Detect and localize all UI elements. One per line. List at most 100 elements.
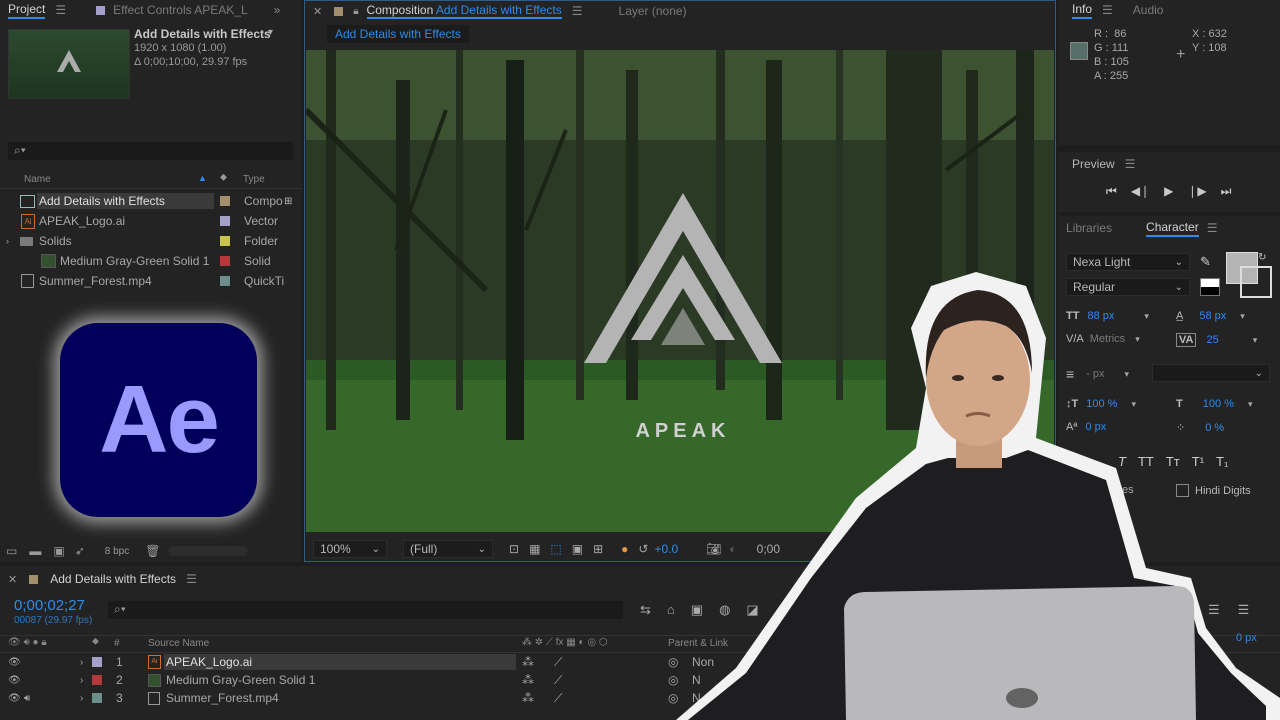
label-swatch[interactable]: [92, 657, 102, 667]
thumbnail-logo-icon: [57, 50, 81, 72]
project-search-input[interactable]: ⌕▾: [8, 142, 293, 160]
video-file-icon: [21, 274, 34, 288]
quality-switch-icon[interactable]: ⟋: [554, 691, 562, 706]
layer-number-header: #: [114, 638, 120, 649]
tab-composition[interactable]: Composition Add Details with Effects: [366, 3, 562, 19]
panel-menu-icon[interactable]: ☰: [186, 572, 197, 586]
comp-duration: Δ 0;00;10;00, 29.97 fps: [134, 56, 248, 68]
tab-timeline[interactable]: Add Details with Effects: [50, 572, 176, 586]
last-frame-icon[interactable]: ⏭: [1221, 184, 1232, 199]
reset-exposure-icon[interactable]: ↺: [638, 542, 648, 556]
quality-switch-icon[interactable]: ⟋: [554, 655, 562, 670]
transparency-grid-icon[interactable]: ▦: [529, 542, 540, 556]
search-icon: ⌕▾: [114, 602, 126, 616]
visibility-eye-icon[interactable]: 👁︎: [8, 657, 21, 668]
expand-chevron-icon[interactable]: ›: [80, 693, 83, 704]
exposure-value[interactable]: +0.0: [654, 542, 678, 556]
draft-3d-icon[interactable]: ⌂: [667, 602, 675, 618]
color-swatch: [1070, 42, 1088, 60]
info-a: A : 255: [1094, 70, 1129, 82]
tab-project[interactable]: Project: [8, 2, 46, 19]
visibility-eye-icon[interactable]: 👁︎: [8, 693, 21, 704]
region-of-interest-icon[interactable]: ▣: [572, 542, 583, 556]
timeline-layer-row[interactable]: 👁︎ › 1 Ai APEAK_Logo.ai ⁂ ⟋ ◎ Non: [0, 653, 760, 671]
col-type[interactable]: Type: [243, 174, 265, 185]
shy-switch-icon[interactable]: ⁂: [522, 673, 534, 687]
switches-header-icons: ⁂ ✲ ⟋ fx ▦ ◐ ◎ ⬡: [522, 637, 608, 648]
comp-breadcrumb[interactable]: Add Details with Effects: [327, 25, 469, 43]
first-frame-icon[interactable]: ⏮: [1106, 184, 1117, 199]
label-tag-icon: ⬥: [220, 172, 227, 183]
layer-name: Summer_Forest.mp4: [166, 691, 279, 705]
chevron-down-icon: ⌄: [371, 543, 380, 555]
swap-colors-icon[interactable]: ↻: [1258, 252, 1266, 263]
visibility-eye-icon[interactable]: 👁︎: [8, 675, 21, 686]
panel-menu-icon[interactable]: ☰: [1102, 3, 1113, 17]
timeline-layer-row[interactable]: 👁︎ › 2 Medium Gray-Green Solid 1 ⁂ ⟋ ◎ N: [0, 671, 760, 689]
project-scrollbar[interactable]: [168, 546, 249, 556]
zoom-dropdown[interactable]: 100% ⌄: [313, 540, 387, 558]
project-item[interactable]: Add Details with Effects Compo ⊞: [0, 191, 302, 211]
timeline-tab-swatch: [29, 574, 39, 584]
composition-mini-flowchart-icon[interactable]: ⇆: [640, 602, 651, 618]
play-icon[interactable]: ▶︎: [1164, 184, 1173, 199]
flowchart-icon[interactable]: ⊞: [284, 196, 292, 207]
tab-libraries[interactable]: Libraries: [1066, 221, 1112, 235]
quality-switch-icon[interactable]: ⟋: [554, 673, 562, 688]
new-comp-icon[interactable]: ▣: [53, 544, 64, 558]
bpc-label[interactable]: 8 bpc: [105, 546, 129, 557]
timeline-search-input[interactable]: ⌕▾: [108, 601, 623, 619]
audio-speaker-icon[interactable]: 🔊︎: [24, 693, 30, 704]
tab-character[interactable]: Character: [1146, 220, 1199, 237]
panel-menu-icon[interactable]: ☰: [1125, 157, 1136, 171]
interpret-footage-icon[interactable]: ▭: [6, 544, 17, 558]
tab-effect-controls[interactable]: Effect Controls APEAK_L: [113, 3, 248, 17]
resolution-dropdown[interactable]: (Full) ⌄: [403, 540, 493, 558]
lock-icon[interactable]: 🔒︎: [353, 6, 358, 17]
grid-guides-icon[interactable]: ⊞: [593, 542, 603, 556]
fast-previews-icon[interactable]: ⊡: [509, 542, 519, 556]
panel-menu-icon[interactable]: ☰: [1207, 221, 1218, 235]
project-item[interactable]: Medium Gray-Green Solid 1 Solid: [0, 251, 302, 271]
label-swatch: [220, 276, 230, 286]
panel-overflow-icon[interactable]: »: [274, 3, 281, 17]
label-swatch[interactable]: [92, 693, 102, 703]
info-panel: Info ☰ Audio R : 86 G : 111 B : 105 A : …: [1058, 0, 1280, 145]
label-swatch: [220, 236, 230, 246]
comp-thumbnail: [8, 29, 130, 99]
shy-switch-icon[interactable]: ⁂: [522, 691, 534, 705]
label-swatch[interactable]: [92, 675, 102, 685]
channel-icon[interactable]: ●: [621, 542, 628, 556]
project-item[interactable]: › Solids Folder: [0, 231, 302, 251]
expand-chevron-icon[interactable]: ›: [80, 657, 83, 668]
dropdown-arrow-icon[interactable]: ▾: [268, 27, 273, 38]
tab-info[interactable]: Info: [1072, 2, 1093, 19]
source-name-header[interactable]: Source Name: [148, 638, 209, 649]
expand-chevron-icon[interactable]: ›: [80, 675, 83, 686]
project-bottom-toolbar: ▭ ▬ ▣ ➶ 8 bpc 🗑: [0, 540, 302, 562]
close-icon[interactable]: ✕: [313, 5, 322, 18]
project-item-type: Vector: [244, 214, 279, 228]
tab-layer[interactable]: Layer (none): [619, 4, 687, 18]
tab-audio[interactable]: Audio: [1133, 3, 1164, 17]
previous-frame-icon[interactable]: ◀︎❘: [1131, 184, 1150, 199]
mask-visibility-icon[interactable]: ⬚: [550, 542, 561, 556]
close-icon[interactable]: ✕: [8, 573, 17, 586]
project-item[interactable]: Summer_Forest.mp4 QuickTi: [0, 271, 302, 291]
project-item-type: Compo: [244, 194, 283, 208]
timeline-layer-row[interactable]: 👁︎ 🔊︎ › 3 Summer_Forest.mp4 ⁂ ⟋ ◎ N: [0, 689, 760, 707]
panel-menu-icon[interactable]: ☰: [572, 4, 583, 18]
flowchart-tool-icon[interactable]: ➶: [75, 544, 85, 558]
project-item[interactable]: Ai APEAK_Logo.ai Vector: [0, 211, 302, 231]
current-timecode[interactable]: 0;00;02;27: [14, 597, 85, 614]
next-frame-icon[interactable]: ❘▶︎: [1187, 184, 1206, 199]
panel-menu-icon[interactable]: ☰: [55, 3, 66, 17]
trash-icon[interactable]: 🗑: [145, 544, 160, 558]
project-item-type: QuickTi: [244, 274, 285, 288]
font-family-value: Nexa Light: [1073, 255, 1131, 269]
frame-info: 00087 (29.97 fps): [14, 615, 93, 626]
col-name[interactable]: Name: [24, 174, 51, 185]
chevron-right-icon[interactable]: ›: [6, 236, 9, 246]
new-folder-icon[interactable]: ▬: [29, 544, 41, 558]
shy-switch-icon[interactable]: ⁂: [522, 655, 534, 669]
